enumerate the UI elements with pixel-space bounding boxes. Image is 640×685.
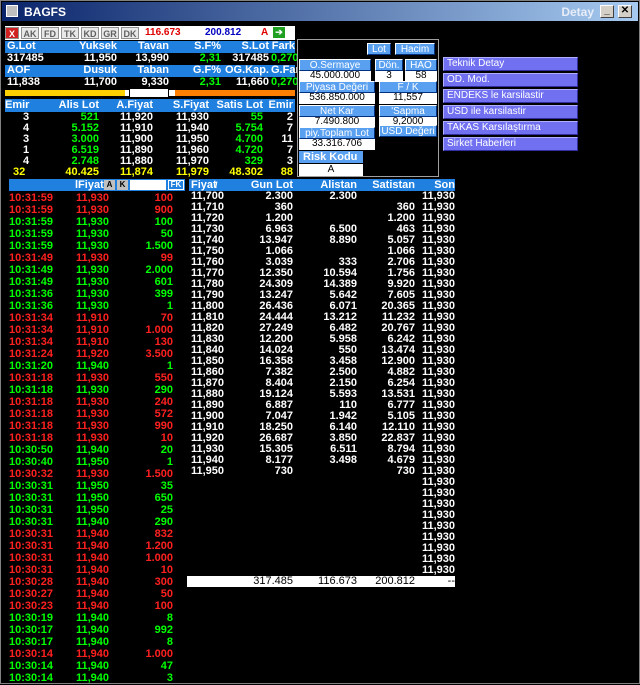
menu-item-usd-ile-karsilastir[interactable]: USD ile karsilastir	[443, 105, 578, 119]
close-button[interactable]: ✕	[618, 5, 632, 18]
tab-kd[interactable]: KD	[81, 27, 99, 39]
volume-cell: 3.498	[329, 454, 357, 466]
risk-value: A	[299, 164, 363, 176]
minimize-button[interactable]: _	[600, 5, 614, 18]
volume-cell: 8.890	[329, 234, 357, 246]
volume-total: 200.812	[375, 575, 415, 587]
close-icon[interactable]: X	[5, 27, 19, 39]
stock-detail-window: BAGFS Detay _ ✕ X AK FD TK KD GR DK 116.…	[0, 0, 640, 684]
volume-header: Satistan	[372, 179, 415, 191]
trades-filter-input[interactable]	[130, 180, 166, 190]
summary-value: 11,838	[7, 76, 41, 88]
lot-button[interactable]: Lot	[367, 43, 391, 55]
depth-total: 11,979	[175, 166, 209, 178]
piyasa-value: 536.850.000	[299, 93, 375, 104]
volume-total: 116.673	[318, 575, 357, 587]
price-red: 116.673	[145, 27, 181, 38]
depth-total: 11,874	[119, 166, 153, 178]
hacim-button[interactable]: Hacim	[395, 43, 435, 55]
tab-tk[interactable]: TK	[61, 27, 79, 39]
depth-total: 88	[280, 166, 293, 178]
a-indicator[interactable]: A	[261, 27, 268, 38]
tab-fd[interactable]: FD	[41, 27, 59, 39]
trade-price: 11,940	[75, 672, 109, 684]
sort-icon[interactable]: /	[215, 181, 223, 190]
summary-slider-handle[interactable]	[129, 88, 169, 98]
volume-cell: 730	[274, 465, 293, 477]
volume-cell: 11,950	[191, 465, 225, 477]
summary-value: 0,270	[271, 76, 299, 88]
menu-item-endeks-le-karsilastir[interactable]: ENDEKS le karsilastir	[443, 89, 578, 103]
trades-a-button[interactable]: A	[104, 180, 115, 190]
tab-dk[interactable]: DK	[121, 27, 139, 39]
trades-k-button[interactable]: K	[117, 180, 128, 190]
tab-ak[interactable]: AK	[21, 27, 39, 39]
volume-total: 317.485	[253, 575, 293, 587]
app-icon	[6, 5, 18, 17]
volume-cell: 730	[396, 465, 415, 477]
depth-total: 48.302	[229, 166, 263, 178]
volume-cell: 2.300	[329, 190, 357, 202]
summary-value: 11,660	[235, 76, 269, 88]
tab-gr[interactable]: GR	[101, 27, 119, 39]
depth-total: 40.425	[65, 166, 99, 178]
toolbar: X AK FD TK KD GR DK 116.673 200.812 A ➔	[5, 26, 295, 40]
summary-value: 2,31	[199, 76, 221, 88]
title-bar[interactable]: BAGFS Detay _ ✕	[2, 2, 638, 21]
menu-item-takas-kars-la-t-rma[interactable]: TAKAS Karsılaştırma	[443, 121, 578, 135]
window-title: BAGFS	[24, 5, 66, 19]
usd-value-button[interactable]: USD Değeri	[379, 125, 437, 137]
summary-value: 11,700	[83, 76, 117, 88]
volume-total: --	[447, 575, 455, 587]
menu-item-sirket-haberleri[interactable]: Sirket Haberleri	[443, 137, 578, 151]
piyasa-toplam-value: 33.316.706	[299, 139, 375, 150]
price-blue: 200.812	[205, 27, 242, 38]
trades-fk-button[interactable]: FK	[168, 180, 184, 190]
menu-item-teknik-detay[interactable]: Teknik Detay	[443, 57, 578, 71]
trades-price-header: lFiyat	[75, 179, 104, 191]
window-detail-label: Detay	[561, 5, 594, 19]
menu-item-od-mod-[interactable]: OD. Mod.	[443, 73, 578, 87]
risk-label: Risk Kodu	[299, 151, 363, 163]
depth-total: 32	[13, 166, 26, 178]
trade-lot: 3	[166, 672, 173, 684]
fk-value: 11,557	[379, 93, 437, 104]
go-arrow-icon[interactable]: ➔	[273, 27, 285, 38]
trade-time: 10:30:14	[9, 672, 54, 684]
